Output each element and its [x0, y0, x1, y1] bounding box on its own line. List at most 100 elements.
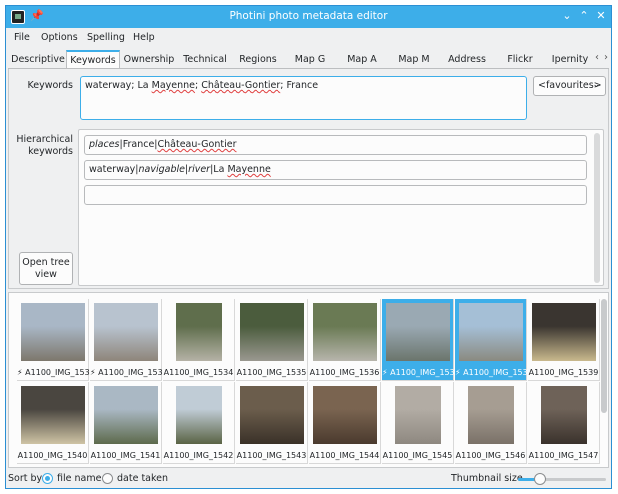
thumbnail-caption: ⚡ A1100_IMG_1538 [455, 368, 533, 377]
menu-bar: File Options Spelling Help [6, 28, 611, 48]
thumbnail-scrollbar[interactable] [601, 299, 607, 413]
hk2-part4: river [188, 164, 211, 175]
menu-help[interactable]: Help [133, 32, 155, 43]
thumbnail-caption: ⚡ A1100_IMG_1532 [17, 368, 95, 377]
thumbnail-caption: A1100_IMG_1546 [455, 451, 526, 460]
tab-regions[interactable]: Regions [232, 50, 284, 68]
hierarchical-keywords-area: places|France|Château-Gontier waterway|n… [78, 129, 604, 286]
keyword-text-1: waterway; La [85, 80, 152, 91]
hierarchical-keyword-field[interactable]: waterway|navigable|river|La Mayenne [84, 160, 587, 180]
hk2-part6: Mayenne [227, 164, 271, 175]
thumbnail-caption: A1100_IMG_1545 [382, 451, 453, 460]
thumbnail-item[interactable]: A1100_IMG_1547 [528, 382, 600, 464]
hk1-part2: |France| [119, 139, 158, 150]
keywords-panel: Keywords waterway; La Mayenne; Château-G… [8, 69, 609, 289]
tab-keywords[interactable]: Keywords [66, 50, 120, 68]
menu-file[interactable]: File [14, 32, 30, 43]
thumbnail-caption: A1100_IMG_1534 [163, 368, 234, 377]
thumbnail-caption: ⚡ A1100_IMG_1537 [382, 368, 460, 377]
title-bar: 📌 Photini photo metadata editor ⌄ ⌃ ✕ [6, 6, 611, 28]
sort-date-taken-radio[interactable] [102, 473, 113, 484]
thumbnail-image [240, 303, 304, 361]
thumbnail-image [176, 386, 222, 444]
hk2-part1: waterway| [89, 164, 139, 175]
window-title: Photini photo metadata editor [229, 10, 388, 22]
thumbnail-caption: A1100_IMG_1547 [528, 451, 599, 460]
thumbnail-item[interactable]: ⚡ A1100_IMG_1532 [17, 299, 95, 381]
thumbnail-item[interactable]: A1100_IMG_1546 [455, 382, 527, 464]
thumbnail-item[interactable]: A1100_IMG_1534 [163, 299, 235, 381]
thumbnail-item[interactable]: ⚡ A1100_IMG_1537 [382, 299, 460, 381]
thumbnail-caption: A1100_IMG_1540 [17, 451, 88, 460]
thumbnail-image [21, 386, 85, 444]
thumbnail-image [313, 386, 377, 444]
hierarchical-keyword-field[interactable]: places|France|Château-Gontier [84, 135, 587, 155]
tab-bar: Descriptive Keywords Ownership Technical… [8, 49, 609, 69]
sort-file-name-label[interactable]: file name [57, 473, 101, 484]
tab-ownership[interactable]: Ownership [120, 50, 178, 68]
thumbnail-image [541, 386, 587, 444]
tab-technical[interactable]: Technical [178, 50, 232, 68]
menu-options[interactable]: Options [41, 32, 78, 43]
thumbnail-item[interactable]: ⚡ A1100_IMG_1533 [90, 299, 168, 381]
keywords-input[interactable]: waterway; La Mayenne; Château-Gontier; F… [80, 76, 527, 120]
thumbnail-image [21, 303, 85, 361]
thumbnail-caption: ⚡ A1100_IMG_1533 [90, 368, 168, 377]
thumbnail-caption: A1100_IMG_1543 [236, 451, 307, 460]
tab-descriptive[interactable]: Descriptive [10, 50, 66, 68]
thumbnail-item[interactable]: ⚡ A1100_IMG_1538 [455, 299, 533, 381]
thumbnail-image [94, 386, 158, 444]
tab-scroll-left-icon[interactable]: ‹ [595, 52, 599, 63]
thumbnail-item[interactable]: A1100_IMG_1536 [309, 299, 381, 381]
thumbnail-image [386, 303, 450, 361]
thumbnail-image [240, 386, 304, 444]
tab-scroll-right-icon[interactable]: › [604, 52, 608, 63]
hierarchical-keywords-label: Hierarchical keywords [16, 134, 73, 157]
hk2-part2: navigable [138, 164, 185, 175]
thumbnail-image [532, 303, 596, 361]
thumbnail-size-slider[interactable] [518, 473, 606, 485]
tab-flickr[interactable]: Flickr [494, 50, 546, 68]
thumbnail-item[interactable]: A1100_IMG_1540 [17, 382, 89, 464]
main-window: 📌 Photini photo metadata editor ⌄ ⌃ ✕ Fi… [5, 5, 612, 489]
thumbnail-caption: A1100_IMG_1535 [236, 368, 307, 377]
bottom-bar: Sort by file name date taken Thumbnail s… [6, 469, 611, 488]
hk2-part5: |La [210, 164, 228, 175]
keyword-text-2: Mayenne [151, 80, 196, 91]
hk1-part3: Château-Gontier [157, 139, 237, 150]
hierarchical-scrollbar[interactable] [594, 133, 600, 283]
favourites-dropdown[interactable]: <favourites> ⌄ [533, 76, 606, 96]
sort-file-name-radio[interactable] [42, 473, 53, 484]
tab-map-a[interactable]: Map A [336, 50, 388, 68]
thumbnail-item[interactable]: A1100_IMG_1545 [382, 382, 454, 464]
sort-by-label: Sort by [8, 473, 43, 484]
thumbnail-item[interactable]: A1100_IMG_1541 [90, 382, 162, 464]
thumbnail-item[interactable]: A1100_IMG_1539 [528, 299, 600, 381]
thumbnail-item[interactable]: A1100_IMG_1535 [236, 299, 308, 381]
thumbnail-grid: ⚡ A1100_IMG_1532 ⚡ A1100_IMG_1533 A1100_IM… [8, 292, 609, 468]
tab-map-g[interactable]: Map G [284, 50, 336, 68]
sort-date-taken-label[interactable]: date taken [117, 473, 168, 484]
thumbnail-image [313, 303, 377, 361]
chevron-down-icon: ⌄ [592, 80, 600, 90]
keywords-label: Keywords [27, 80, 73, 91]
menu-spelling[interactable]: Spelling [87, 32, 125, 43]
maximize-icon[interactable]: ⌃ [577, 9, 591, 23]
tab-address[interactable]: Address [440, 50, 494, 68]
hierarchical-keyword-empty-field[interactable] [84, 185, 587, 205]
thumbnail-caption: A1100_IMG_1536 [309, 368, 380, 377]
thumbnail-item[interactable]: A1100_IMG_1544 [309, 382, 381, 464]
thumbnail-item[interactable]: A1100_IMG_1543 [236, 382, 308, 464]
close-icon[interactable]: ✕ [594, 9, 608, 23]
tab-map-m[interactable]: Map M [388, 50, 440, 68]
open-tree-view-button[interactable]: Open tree view [19, 252, 73, 285]
thumbnail-caption: A1100_IMG_1542 [163, 451, 234, 460]
thumbnail-image [94, 303, 158, 361]
thumbnail-image [395, 386, 441, 444]
minimize-icon[interactable]: ⌄ [560, 9, 574, 23]
thumbnail-size-slider-handle[interactable] [534, 473, 546, 485]
tab-ipernity[interactable]: Ipernity [546, 50, 594, 68]
thumbnail-item[interactable]: A1100_IMG_1542 [163, 382, 235, 464]
thumbnail-image [459, 303, 523, 361]
hk1-part1: places [89, 139, 120, 150]
